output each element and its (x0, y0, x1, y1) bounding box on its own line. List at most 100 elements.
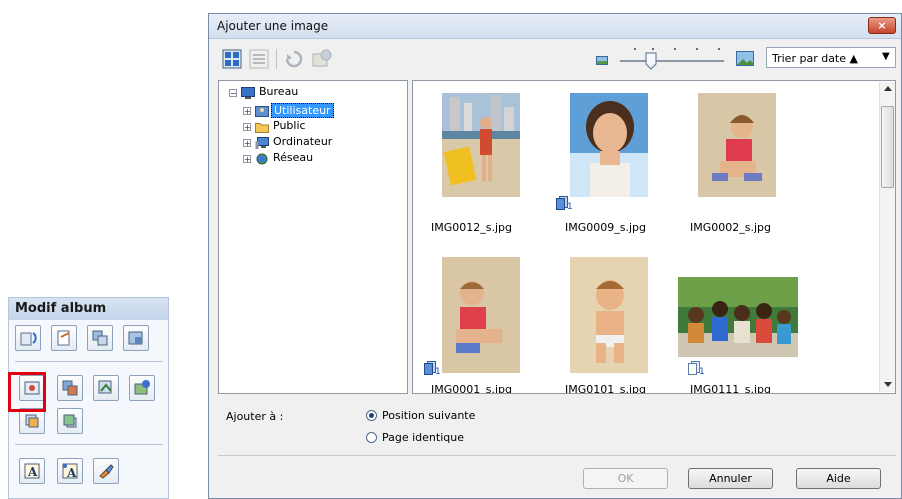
large-thumbnail-icon (736, 51, 754, 66)
thumbnail-view-icon (222, 49, 242, 69)
add-to-label: Ajouter à : (226, 410, 284, 423)
expand-toggle[interactable]: + (243, 107, 251, 116)
vertical-scrollbar[interactable] (879, 82, 895, 392)
image-thumbnail[interactable] (570, 93, 648, 197)
scroll-down-icon[interactable] (884, 382, 892, 387)
rotate-icon (285, 50, 303, 68)
dialog-title: Ajouter une image (217, 19, 329, 33)
add-text-icon: A (24, 463, 40, 479)
swap-image-icon (62, 380, 78, 396)
computer-icon (255, 137, 269, 149)
small-thumbnail-icon (596, 55, 608, 65)
image-info-icon (312, 49, 332, 67)
usage-count: 1 (567, 202, 573, 212)
image-filename: IMG0101_s.jpg (565, 383, 647, 394)
image-thumbnail[interactable] (698, 93, 776, 197)
zoom-slider-thumb[interactable] (645, 52, 657, 70)
highlight-box (8, 372, 46, 412)
zoom-tick (696, 48, 698, 50)
close-button[interactable]: × (868, 17, 896, 34)
rotate-left-icon (20, 332, 37, 346)
usage-count: 1 (699, 367, 705, 377)
rotate-button[interactable] (284, 49, 304, 69)
back-icon (63, 414, 77, 428)
zoom-tick (718, 48, 720, 50)
folder-tree[interactable]: − Bureau + Utilisateur + Public + Ordina… (218, 80, 408, 394)
svg-text:A: A (66, 466, 77, 480)
send-back-button[interactable] (57, 408, 83, 434)
image-properties-icon (134, 380, 150, 395)
radio-same-page[interactable] (366, 432, 377, 443)
zoom-tick (674, 48, 676, 50)
sort-select[interactable]: Trier par date ▲ ▼ (766, 47, 896, 68)
list-view-icon (249, 49, 269, 69)
page-edit-button[interactable] (51, 325, 77, 351)
collapse-toggle[interactable]: − (229, 89, 237, 98)
option-next-position-label[interactable]: Position suivante (382, 409, 475, 422)
image-thumbnail-icon (570, 257, 648, 373)
image-info-button[interactable] (312, 49, 332, 69)
radio-next-position[interactable] (366, 410, 377, 421)
image-thumbnail-icon (570, 93, 648, 197)
text-properties-button[interactable]: A (57, 458, 83, 484)
separator (218, 455, 896, 456)
layout-change-button[interactable] (87, 325, 113, 351)
ok-button[interactable]: OK (583, 468, 668, 489)
help-button[interactable]: Aide (796, 468, 881, 489)
front-icon (25, 414, 39, 428)
image-filename: IMG0001_s.jpg (431, 383, 513, 394)
image-thumbnail[interactable] (570, 257, 648, 373)
folder-icon (255, 121, 269, 133)
network-icon (255, 153, 269, 165)
image-thumbnail-icon (698, 93, 776, 197)
image-browser[interactable]: IMG0012_s.jpg 1 IMG0009_s.jpg IMG0002_s.… (412, 80, 896, 394)
image-filename: IMG0002_s.jpg (690, 221, 772, 234)
option-same-page-label[interactable]: Page identique (382, 431, 464, 444)
desktop-icon (241, 87, 255, 99)
tree-node-reseau[interactable]: Réseau (273, 151, 313, 164)
image-thumbnail[interactable] (678, 277, 798, 357)
user-folder-icon (255, 105, 269, 117)
sort-label: Trier par date ▲ (772, 52, 858, 65)
replace-image-button[interactable] (93, 375, 119, 401)
expand-toggle[interactable]: + (243, 155, 251, 164)
swap-image-button[interactable] (57, 375, 83, 401)
list-view-button[interactable] (249, 49, 269, 69)
page-edit-icon (57, 330, 70, 346)
title-bar: Ajouter une image × (209, 14, 901, 39)
separator (15, 361, 163, 362)
image-thumbnail[interactable] (442, 93, 520, 197)
add-image-dialog: Ajouter une image × Trier par date ▲ ▼ − (208, 13, 902, 499)
zoom-tick (652, 48, 654, 50)
zoom-slider-track[interactable] (620, 60, 724, 62)
image-filename: IMG0012_s.jpg (431, 221, 513, 234)
panel-title: Modif album (9, 298, 168, 320)
background-button[interactable] (123, 325, 149, 351)
add-text-button[interactable]: A (19, 458, 45, 484)
paint-button[interactable] (93, 458, 119, 484)
replace-image-icon (98, 380, 112, 394)
rotate-left-button[interactable] (15, 325, 41, 351)
expand-toggle[interactable]: + (243, 139, 251, 148)
image-filename: IMG0009_s.jpg (565, 221, 647, 234)
scrollbar-thumb[interactable] (881, 106, 894, 188)
background-icon (128, 331, 143, 345)
image-thumbnail-icon (678, 277, 798, 357)
usage-count: 1 (435, 367, 441, 377)
image-properties-button[interactable] (129, 375, 155, 401)
image-thumbnail-icon (442, 257, 520, 373)
cancel-button[interactable]: Annuler (688, 468, 773, 489)
chevron-down-icon: ▼ (882, 51, 890, 62)
image-thumbnail[interactable] (442, 257, 520, 373)
layout-change-icon (92, 330, 108, 346)
scroll-up-icon[interactable] (884, 86, 892, 91)
svg-text:A: A (27, 465, 38, 479)
tree-node-bureau[interactable]: Bureau (259, 85, 298, 98)
expand-toggle[interactable]: + (243, 123, 251, 132)
tree-node-public[interactable]: Public (273, 119, 306, 132)
image-thumbnail-icon (442, 93, 520, 197)
tree-node-utilisateur[interactable]: Utilisateur (271, 103, 334, 118)
image-filename: IMG0111_s.jpg (690, 383, 772, 394)
tree-node-ordinateur[interactable]: Ordinateur (273, 135, 332, 148)
thumbnail-view-button[interactable] (222, 49, 242, 69)
